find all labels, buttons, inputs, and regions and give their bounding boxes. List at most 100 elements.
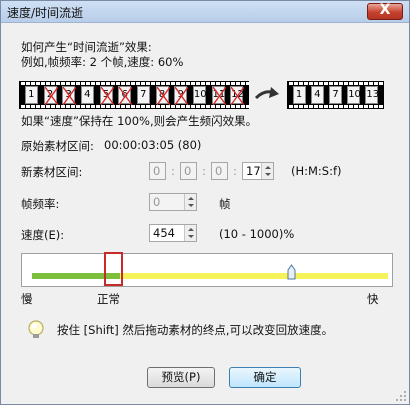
film-sprocket-hole	[61, 82, 65, 85]
film-sprocket-hole	[349, 105, 353, 108]
original-range-value: 00:00:03:05 (80)	[104, 138, 202, 152]
film-sprocket-hole	[156, 82, 160, 85]
lightbulb-icon	[28, 320, 44, 338]
film-sprocket-hole	[364, 82, 368, 85]
speed-stepper[interactable]: 454	[149, 224, 197, 242]
film-sprocket-hole	[344, 82, 348, 85]
new-range-frames-stepper[interactable]: 17	[242, 162, 274, 180]
new-range-seconds: 0	[211, 162, 228, 180]
film-sprocket-hole	[116, 82, 120, 85]
film-sprocket-hole	[76, 82, 80, 85]
film-sprocket-hole	[131, 105, 135, 108]
film-sprocket-hole	[136, 105, 140, 108]
film-sprocket-hole	[86, 105, 90, 108]
film-sprocket-hole	[116, 105, 120, 108]
description: 如何产生“时间流逝”效果: 例如,帧频率: 2 个帧,速度: 60%	[21, 40, 183, 70]
spin-arrows-icon	[184, 194, 196, 210]
film-sprocket-hole	[151, 105, 155, 108]
film-sprocket-hole	[146, 105, 150, 108]
time-separator: :	[202, 164, 206, 178]
film-sprocket-hole	[41, 105, 45, 108]
film-sprocket-hole	[206, 82, 210, 85]
film-sprocket-hole	[106, 82, 110, 85]
film-sprocket-hole	[46, 105, 50, 108]
film-sprocket-hole	[146, 82, 150, 85]
cross-out-icon	[175, 87, 189, 105]
film-sprocket-hole	[91, 82, 95, 85]
cross-out-icon	[156, 87, 170, 105]
film-sprocket-hole	[131, 82, 135, 85]
film-sprocket-hole	[339, 105, 343, 108]
result-filmstrip: 1 4 7 10 13	[287, 81, 384, 109]
close-button[interactable]: X	[367, 2, 403, 20]
film-sprocket-hole	[166, 82, 170, 85]
film-sprocket-hole	[166, 105, 170, 108]
film-sprocket-hole	[121, 105, 125, 108]
film-sprocket-hole	[289, 105, 293, 108]
title-bar: 速度/时间流逝 X	[1, 1, 409, 23]
speed-range-hint: (10 - 1000)%	[219, 227, 295, 241]
close-icon: X	[379, 2, 391, 18]
film-sprocket-hole	[76, 105, 80, 108]
film-sprocket-hole	[86, 82, 90, 85]
film-sprocket-hole	[241, 82, 245, 85]
resize-grip-icon[interactable]	[395, 390, 407, 402]
film-sprocket-hole	[206, 105, 210, 108]
speed-label: 速度(E):	[21, 228, 65, 242]
film-sprocket-hole	[354, 82, 358, 85]
film-sprocket-hole	[176, 82, 180, 85]
film-sprocket-hole	[289, 82, 293, 85]
film-sprocket-hole	[196, 82, 200, 85]
film-sprocket-hole	[106, 105, 110, 108]
slider-thumb[interactable]	[287, 264, 296, 280]
film-sprocket-hole	[364, 105, 368, 108]
preview-button[interactable]: 预览(P)	[147, 367, 215, 388]
film-frame: 2	[43, 86, 58, 105]
film-sprocket-hole	[241, 105, 245, 108]
frame-rate-unit: 帧	[219, 197, 231, 211]
film-sprocket-hole	[354, 105, 358, 108]
film-sprocket-hole	[21, 82, 25, 85]
new-range-hours-value: 0	[153, 164, 161, 178]
film-sprocket-hole	[61, 105, 65, 108]
film-sprocket-hole	[201, 105, 205, 108]
spin-arrows-icon[interactable]	[184, 225, 196, 241]
film-sprocket-hole	[56, 82, 60, 85]
film-sprocket-hole	[226, 105, 230, 108]
film-sprocket-hole	[81, 82, 85, 85]
film-sprocket-hole	[314, 105, 318, 108]
cross-out-icon	[100, 87, 114, 105]
frame-rate-value: 0	[153, 195, 161, 209]
spin-arrows-icon[interactable]	[261, 163, 273, 179]
film-sprocket-hole	[36, 105, 40, 108]
film-sprocket-hole	[21, 105, 25, 108]
new-range-hours: 0	[149, 162, 166, 180]
speed-slider[interactable]	[21, 252, 393, 287]
film-sprocket-hole	[31, 105, 35, 108]
film-sprocket-hole	[334, 105, 338, 108]
description-line-2: 例如,帧频率: 2 个帧,速度: 60%	[21, 55, 184, 69]
film-sprocket-hole	[304, 82, 308, 85]
film-sprocket-hole	[216, 105, 220, 108]
film-sprocket-hole	[379, 82, 383, 85]
film-frame: 8	[155, 86, 170, 105]
film-sprocket-hole	[66, 82, 70, 85]
cross-out-icon	[212, 87, 226, 105]
film-sprocket-hole	[71, 105, 75, 108]
film-sprocket-hole	[126, 105, 130, 108]
film-sprocket-hole	[299, 105, 303, 108]
new-range-minutes-value: 0	[184, 164, 192, 178]
film-frame: 13	[365, 86, 379, 104]
new-range-minutes: 0	[180, 162, 197, 180]
speed-time-dialog: 速度/时间流逝 X 如何产生“时间流逝”效果: 例如,帧频率: 2 个帧,速度:…	[0, 0, 410, 405]
ok-button[interactable]: 确定	[229, 367, 301, 388]
film-sprocket-hole	[126, 82, 130, 85]
film-sprocket-hole	[171, 82, 175, 85]
film-sprocket-hole	[101, 82, 105, 85]
film-sprocket-hole	[236, 82, 240, 85]
film-sprocket-hole	[374, 105, 378, 108]
shift-drag-tip: 按住 [Shift] 然后拖动素材的终点,可以改变回放速度。	[57, 323, 334, 337]
film-sprocket-hole	[181, 105, 185, 108]
new-range-label: 新素材区间:	[21, 165, 83, 179]
film-sprocket-hole	[374, 82, 378, 85]
